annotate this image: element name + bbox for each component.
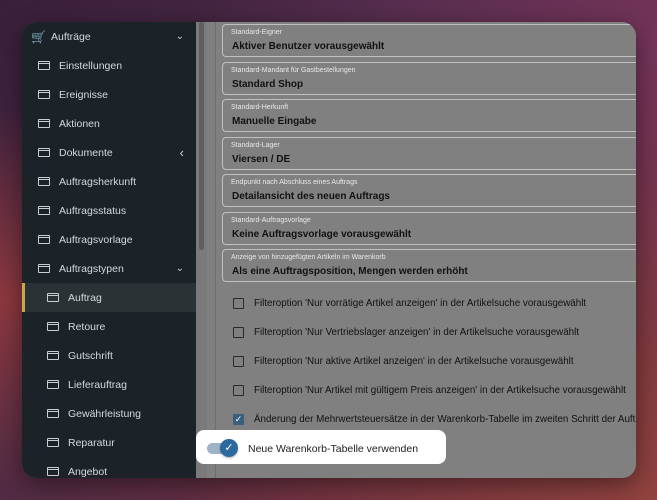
field-value: Manuelle Eingabe [232, 116, 317, 127]
checkbox-label: Filteroption 'Nur vorrätige Artikel anze… [254, 298, 587, 309]
folder-icon [47, 409, 59, 418]
folder-icon [38, 61, 50, 70]
checkbox[interactable] [233, 356, 244, 367]
toggle-label: Neue Warenkorb-Tabelle verwenden [248, 443, 419, 455]
sidebar-item-retoure[interactable]: Retoure [22, 312, 196, 341]
folder-icon [38, 119, 50, 128]
select-standard-mandant[interactable]: Standard-Mandant für Gastbestellungen St… [222, 62, 636, 95]
sidebar: 🛒 Aufträge ⌄ Einstellungen Ereignisse Ak… [22, 22, 196, 478]
scrollbar-thumb[interactable] [199, 22, 204, 250]
field-label: Standard-Eigner [231, 29, 282, 36]
sidebar-item-aktionen[interactable]: Aktionen [22, 109, 196, 138]
field-label: Standard-Lager [231, 142, 280, 149]
sidebar-item-label: Dokumente [59, 146, 113, 159]
sidebar-item-reparatur[interactable]: Reparatur [22, 428, 196, 457]
field-value: Aktiver Benutzer vorausgewählt [232, 41, 385, 52]
folder-icon [38, 206, 50, 215]
sidebar-item-label: Auftragstypen [59, 262, 124, 275]
folder-icon [38, 148, 50, 157]
checkbox[interactable] [233, 298, 244, 309]
sidebar-item-auftragsstatus[interactable]: Auftragsstatus [22, 196, 196, 225]
checkbox-label: Änderung der Mehrwertsteuersätze in der … [254, 414, 636, 425]
field-label: Anzeige von hinzugefügten Artikeln im Wa… [231, 254, 386, 261]
checkbox-label: Filteroption 'Nur Artikel mit gültigem P… [254, 385, 626, 396]
folder-icon [38, 90, 50, 99]
sidebar-item-einstellungen[interactable]: Einstellungen [22, 51, 196, 80]
folder-icon [47, 438, 59, 447]
select-anzeige-artikel[interactable]: Anzeige von hinzugefügten Artikeln im Wa… [222, 249, 636, 282]
sidebar-item-auftragstypen[interactable]: Auftragstypen ⌄ [22, 254, 196, 283]
checkbox[interactable] [233, 385, 244, 396]
sidebar-item-auftragsvorlage[interactable]: Auftragsvorlage [22, 225, 196, 254]
checkbox-label: Filteroption 'Nur aktive Artikel anzeige… [254, 356, 574, 367]
folder-icon [47, 467, 59, 476]
sidebar-item-label: Ereignisse [59, 88, 109, 101]
checkbox-checked[interactable]: ✓ [233, 414, 244, 425]
sidebar-item-label: Aktionen [59, 117, 100, 130]
select-standard-lager[interactable]: Standard-Lager Viersen / DE [222, 137, 636, 170]
field-value: Als eine Auftragsposition, Mengen werden… [232, 266, 468, 277]
checkbox-label: Filteroption 'Nur Vertriebslager anzeige… [254, 327, 580, 338]
divider [215, 22, 216, 478]
sidebar-item-label: Angebot [68, 465, 108, 478]
sidebar-item-label: Lieferauftrag [68, 378, 127, 391]
sidebar-item-label: Auftragsstatus [59, 204, 127, 217]
folder-icon [47, 351, 59, 360]
sidebar-item-label: Gutschrift [68, 349, 113, 362]
folder-icon [38, 264, 50, 273]
check-icon[interactable]: ✓ [220, 439, 238, 457]
sidebar-item-gewaehrleistung[interactable]: Gewährleistung [22, 399, 196, 428]
field-value: Viersen / DE [232, 154, 291, 165]
sidebar-item-label: Auftragsvorlage [59, 233, 133, 246]
sidebar-item-auftrag[interactable]: Auftrag [22, 283, 196, 312]
sidebar-item-label: Gewährleistung [68, 407, 141, 420]
sidebar-item-label: Aufträge [51, 30, 91, 43]
sidebar-item-label: Auftrag [68, 291, 102, 304]
field-label: Standard-Auftragsvorlage [231, 217, 311, 224]
toggle-highlight: ✓ Neue Warenkorb-Tabelle verwenden [196, 430, 446, 464]
select-standard-herkunft[interactable]: Standard-Herkunft Manuelle Eingabe [222, 99, 636, 132]
select-standard-eigner[interactable]: Standard-Eigner Aktiver Benutzer vorausg… [222, 24, 636, 57]
sidebar-item-lieferauftrag[interactable]: Lieferauftrag [22, 370, 196, 399]
app-window: 🛒 Aufträge ⌄ Einstellungen Ereignisse Ak… [22, 22, 636, 478]
chevron-down-icon: ⌄ [175, 31, 184, 42]
sidebar-item-gutschrift[interactable]: Gutschrift [22, 341, 196, 370]
sidebar-scrollbar[interactable] [196, 22, 207, 478]
folder-icon [38, 177, 50, 186]
sidebar-item-dokumente[interactable]: Dokumente ‹ [22, 138, 196, 167]
folder-icon [47, 293, 59, 302]
folder-icon [38, 235, 50, 244]
sidebar-item-label: Reparatur [68, 436, 115, 449]
select-auftragsvorlage[interactable]: Standard-Auftragsvorlage Keine Auftragsv… [222, 212, 636, 245]
select-endpunkt[interactable]: Endpunkt nach Abschluss eines Auftrags D… [222, 174, 636, 207]
sidebar-item-auftragsherkunft[interactable]: Auftragsherkunft [22, 167, 196, 196]
field-label: Standard-Herkunft [231, 104, 289, 111]
folder-icon [47, 380, 59, 389]
field-label: Endpunkt nach Abschluss eines Auftrags [231, 179, 358, 186]
cart-icon: 🛒 [31, 29, 46, 44]
checkbox[interactable] [233, 327, 244, 338]
sidebar-item-label: Retoure [68, 320, 106, 333]
sidebar-item-label: Einstellungen [59, 59, 123, 72]
folder-icon [47, 322, 59, 331]
field-value: Standard Shop [232, 79, 304, 90]
sidebar-item-auftraege[interactable]: 🛒 Aufträge ⌄ [22, 22, 196, 51]
settings-panel: Standard-Eigner Aktiver Benutzer vorausg… [207, 22, 636, 478]
field-value: Detailansicht des neuen Auftrags [232, 191, 390, 202]
sidebar-item-ereignisse[interactable]: Ereignisse [22, 80, 196, 109]
sidebar-item-label: Auftragsherkunft [59, 175, 137, 188]
chevron-left-icon: ‹ [179, 145, 184, 160]
sidebar-item-angebot[interactable]: Angebot [22, 457, 196, 478]
field-value: Keine Auftragsvorlage vorausgewählt [232, 229, 412, 240]
chevron-down-icon: ⌄ [175, 263, 184, 274]
field-label: Standard-Mandant für Gastbestellungen [231, 67, 356, 74]
